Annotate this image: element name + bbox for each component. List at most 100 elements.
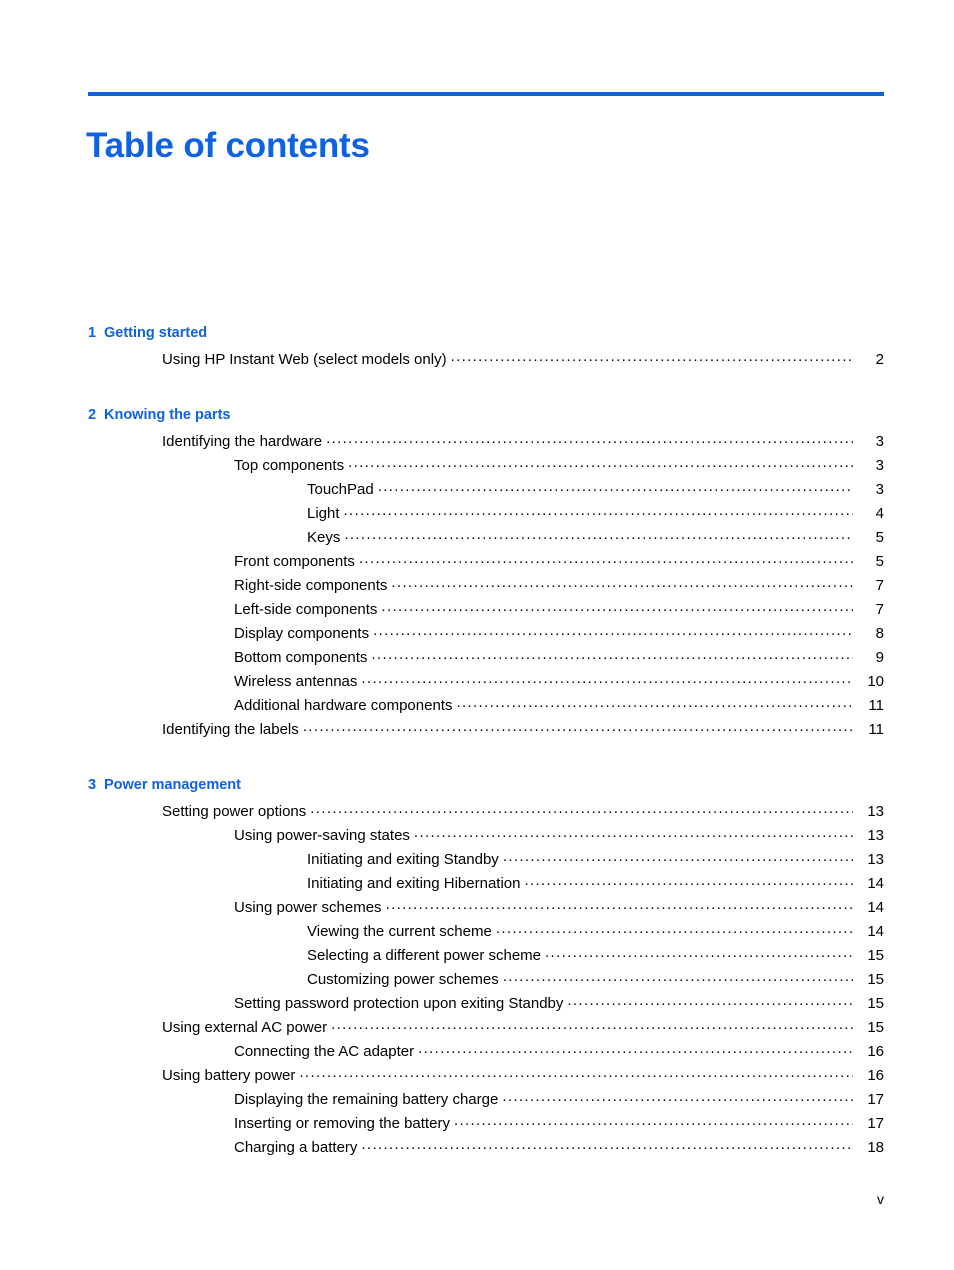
toc-list: 1 Getting started Using HP Instant Web (se… [88,322,884,1160]
toc-entry-label: Top components [234,457,345,474]
toc-entry-label: Initiating and exiting Standby [307,851,499,868]
toc-entry[interactable]: Displaying the remaining battery charge 1… [88,1088,884,1112]
toc-entry-label: Setting power options [162,803,307,820]
toc-page: Table of contents 1 Getting started Using … [0,0,954,1270]
toc-entry-label: Inserting or removing the battery [234,1115,450,1132]
toc-entry[interactable]: Selecting a different power scheme 15 [88,944,884,968]
toc-entry-page-number: 7 [875,577,884,594]
toc-entry[interactable]: Using external AC power 15 [88,1016,884,1040]
toc-entry-page-number: 8 [875,625,884,642]
toc-entry-label: Using power schemes [234,899,382,916]
dot-leader [299,1065,853,1080]
dot-leader [502,1089,853,1104]
toc-entry[interactable]: Front components 5 [88,550,884,574]
dot-leader [359,551,853,566]
toc-entry[interactable]: Identifying the labels 11 [88,718,884,742]
toc-entry-page-number: 14 [867,923,884,940]
chapter-number: 3 [88,777,97,793]
toc-entry-page-number: 5 [875,553,884,570]
dot-leader [454,1113,853,1128]
toc-entry-page-number: 15 [867,947,884,964]
toc-entry[interactable]: Initiating and exiting Hibernation 14 [88,872,884,896]
toc-entry[interactable]: TouchPad 3 [88,478,884,502]
dot-leader [418,1041,853,1056]
dot-leader [381,599,853,614]
dot-leader [503,849,853,864]
toc-entry[interactable]: Initiating and exiting Standby 13 [88,848,884,872]
toc-entry-label: Charging a battery [234,1139,358,1156]
toc-entry[interactable]: Setting password protection upon exiting… [88,992,884,1016]
toc-entry-label: TouchPad [307,481,374,498]
toc-chapter-heading[interactable]: 1 Getting started [88,322,884,344]
toc-entry[interactable]: Right-side components 7 [88,574,884,598]
toc-entry[interactable]: Using power schemes 14 [88,896,884,920]
toc-entry[interactable]: Top components 3 [88,454,884,478]
dot-leader [326,431,853,446]
toc-entry-page-number: 17 [867,1091,884,1108]
toc-entry[interactable]: Charging a battery 18 [88,1136,884,1160]
toc-entry-page-number: 3 [875,433,884,450]
toc-entry-label: Front components [234,553,355,570]
toc-entry-label: Keys [307,529,341,546]
toc-entry-page-number: 13 [867,827,884,844]
toc-entry-page-number: 17 [867,1115,884,1132]
toc-entry-label: Displaying the remaining battery charge [234,1091,499,1108]
toc-entry[interactable]: Light 4 [88,502,884,526]
toc-chapter-heading[interactable]: 3 Power management [88,774,884,796]
toc-entry[interactable]: Bottom components 9 [88,646,884,670]
dot-leader [361,671,853,686]
toc-entry-label: Connecting the AC adapter [234,1043,415,1060]
toc-entry[interactable]: Keys 5 [88,526,884,550]
toc-entry-page-number: 3 [875,457,884,474]
dot-leader [331,1017,853,1032]
toc-entry-page-number: 11 [868,721,884,738]
toc-entry[interactable]: Using battery power 16 [88,1064,884,1088]
toc-entry-page-number: 15 [867,1019,884,1036]
toc-entry-page-number: 5 [875,529,884,546]
dot-leader [344,527,853,542]
dot-leader [391,575,853,590]
toc-chapter: 2 Knowing the parts Identifying the hardwa… [88,404,884,742]
toc-entry[interactable]: Left-side components 7 [88,598,884,622]
toc-entry-page-number: 2 [875,351,884,368]
dot-leader [378,479,853,494]
toc-entry[interactable]: Identifying the hardware 3 [88,430,884,454]
toc-entry-label: Bottom components [234,649,368,666]
toc-entry-label: Setting password protection upon exiting… [234,995,564,1012]
toc-entry[interactable]: Wireless antennas 10 [88,670,884,694]
toc-chapter-heading[interactable]: 2 Knowing the parts [88,404,884,426]
toc-chapter: 3 Power management Setting power options 13… [88,774,884,1160]
page-title: Table of contents [86,126,370,166]
toc-entry[interactable]: Using power-saving states 13 [88,824,884,848]
toc-entry-page-number: 4 [875,505,884,522]
toc-entry-page-number: 13 [867,851,884,868]
dot-leader [310,801,853,816]
toc-entry[interactable]: Inserting or removing the battery 17 [88,1112,884,1136]
toc-entry[interactable]: Connecting the AC adapter 16 [88,1040,884,1064]
toc-entry-label: Display components [234,625,370,642]
dot-leader [371,647,853,662]
toc-entry-page-number: 14 [867,875,884,892]
toc-entry[interactable]: Using HP Instant Web (select models only… [88,348,884,372]
title-rule [88,92,884,96]
page-number-folio: v [877,1191,884,1207]
toc-entry[interactable]: Customizing power schemes 15 [88,968,884,992]
toc-entry-label: Wireless antennas [234,673,358,690]
toc-entry-page-number: 16 [867,1043,884,1060]
toc-entry-page-number: 14 [867,899,884,916]
dot-leader [524,873,853,888]
toc-entry[interactable]: Additional hardware components 11 [88,694,884,718]
toc-chapter: 1 Getting started Using HP Instant Web (se… [88,322,884,372]
dot-leader [567,993,853,1008]
toc-entry[interactable]: Viewing the current scheme 14 [88,920,884,944]
toc-entry-page-number: 15 [867,971,884,988]
toc-entry-page-number: 15 [867,995,884,1012]
toc-entry-label: Light [307,505,340,522]
toc-entry[interactable]: Setting power options 13 [88,800,884,824]
toc-entry-page-number: 3 [875,481,884,498]
toc-entry[interactable]: Display components 8 [88,622,884,646]
toc-entry-label: Using external AC power [162,1019,328,1036]
chapter-title: Getting started [104,325,208,341]
dot-leader [545,945,853,960]
chapter-number: 2 [88,407,97,423]
